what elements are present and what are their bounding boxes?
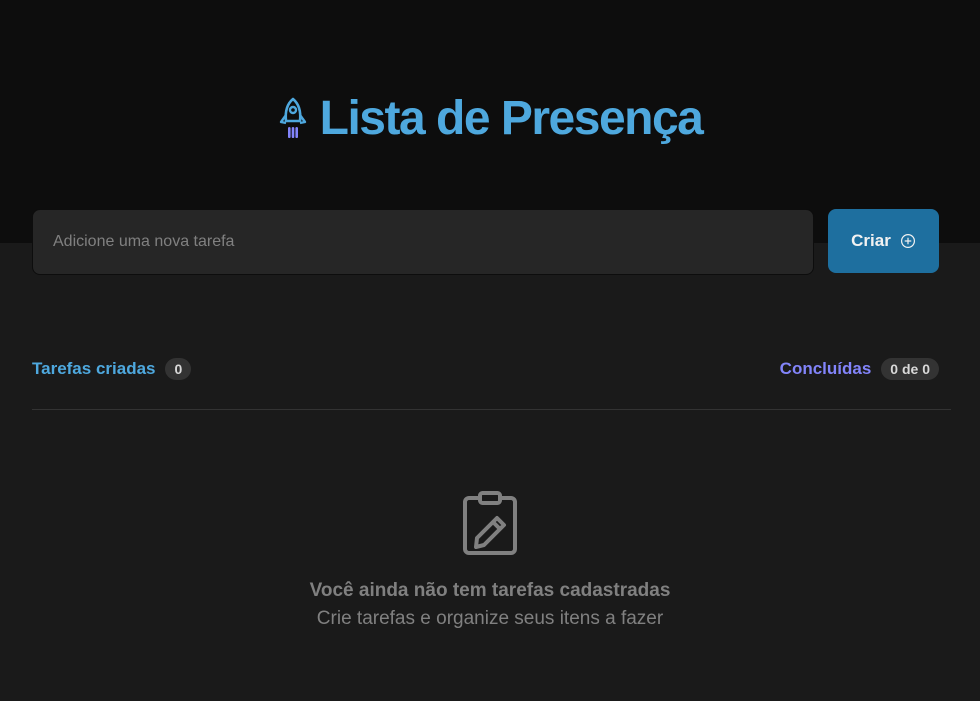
created-tasks-counter: 0 [165,358,192,380]
empty-state-subtitle: Crie tarefas e organize seus itens a faz… [316,608,664,629]
create-button-label: Criar [851,231,891,250]
new-task-input[interactable] [32,209,814,275]
tasks-summary: Tarefas criadas 0 Concluídas 0 de 0 [32,356,939,382]
empty-state: Você ainda não tem tarefas cadastradas C… [0,490,980,630]
app-logo: Lista de Presença [0,86,980,152]
empty-state-title: Você ainda não tem tarefas cadastradas [309,580,671,601]
clipboard-icon [463,491,517,555]
page-title: Lista de Presença [319,92,704,145]
created-tasks-stat: Tarefas criadas 0 [32,358,192,380]
divider [32,409,951,410]
rocket-icon [279,97,306,138]
plus-circle-icon [900,233,915,249]
done-tasks-label: Concluídas [779,359,872,378]
done-tasks-stat: Concluídas 0 de 0 [780,358,939,380]
created-tasks-label: Tarefas criadas [32,359,156,378]
create-button[interactable]: Criar [828,209,939,273]
done-tasks-counter: 0 de 0 [881,358,939,380]
new-task-form: Criar [32,209,939,275]
